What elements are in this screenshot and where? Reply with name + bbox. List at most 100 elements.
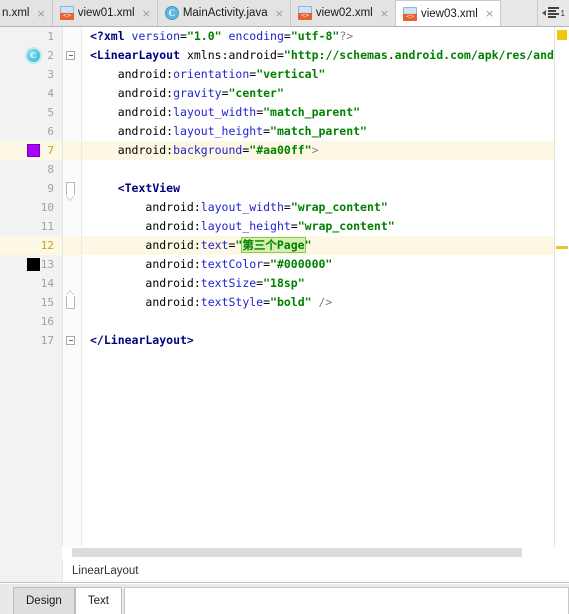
line-number: 9 <box>47 182 54 195</box>
close-icon[interactable]: × <box>380 8 389 19</box>
gutter-row[interactable]: 10 <box>0 198 62 217</box>
close-icon[interactable]: × <box>142 8 151 19</box>
close-icon[interactable]: × <box>275 8 284 19</box>
editor-tab-view02-xml[interactable]: view02.xml × <box>290 0 396 26</box>
gutter-row[interactable]: 6 <box>0 122 62 141</box>
editor-tab-n-xml[interactable]: n.xml × <box>0 0 53 26</box>
gutter-row[interactable]: 2C <box>0 46 62 65</box>
code-text-area[interactable]: <?xml version="1.0" encoding="utf-8"?> <L… <box>82 27 554 546</box>
code-token: layout_height <box>200 219 291 233</box>
code-editor[interactable]: 1 2 C 3 4 5 6 7 8 9 10 11 12 13 14 15 16 17 <?xml version… <box>0 27 569 546</box>
code-token: "1.0" <box>186 29 222 43</box>
fold-row[interactable] <box>63 236 81 255</box>
code-line[interactable]: android:layout_width="match_parent" <box>82 103 554 122</box>
line-number: 16 <box>40 315 54 328</box>
fold-collapse-icon[interactable] <box>66 336 75 345</box>
code-line[interactable] <box>82 312 554 331</box>
code-token: background <box>173 143 243 157</box>
code-line[interactable]: <TextView <box>82 179 554 198</box>
code-token: ?> <box>339 29 354 43</box>
fold-row[interactable] <box>63 122 81 141</box>
code-line[interactable]: android:textStyle="bold" /> <box>82 293 554 312</box>
fold-region-end-icon[interactable] <box>66 296 75 309</box>
warning-square[interactable] <box>557 30 567 40</box>
fold-row[interactable] <box>63 255 81 274</box>
fold-region-start-icon[interactable] <box>66 182 75 195</box>
fold-row[interactable] <box>63 84 81 103</box>
code-line[interactable]: android:text="第三个Page" <box>82 236 554 255</box>
bottom-tab-text[interactable]: Text <box>74 587 122 614</box>
editor-tab-mainactivity-java[interactable]: C MainActivity.java × <box>157 0 291 26</box>
fold-row[interactable] <box>63 179 81 198</box>
code-line[interactable]: android:background="#aa00ff"> <box>82 141 554 160</box>
fold-row[interactable] <box>63 217 81 236</box>
close-icon[interactable]: × <box>36 8 45 19</box>
tab-list-dropdown[interactable]: 1 <box>536 0 569 26</box>
gutter-row[interactable]: 11 <box>0 217 62 236</box>
gutter-row[interactable]: 13 <box>0 255 62 274</box>
fold-collapse-icon[interactable] <box>66 51 75 60</box>
gutter-row[interactable]: 7 <box>0 141 62 160</box>
code-line[interactable]: android:gravity="center" <box>82 84 554 103</box>
bottom-tab-design[interactable]: Design <box>13 587 75 614</box>
code-line[interactable]: <LinearLayout xmlns:android="http://sche… <box>82 46 554 65</box>
color-preview-swatch[interactable] <box>27 258 40 271</box>
code-token: = <box>263 124 271 138</box>
code-token: android: <box>145 257 201 271</box>
fold-row[interactable] <box>63 198 81 217</box>
line-number: 2 <box>47 49 54 62</box>
gutter-row[interactable]: 4 <box>0 84 62 103</box>
horizontal-scrollbar[interactable] <box>0 546 569 560</box>
gutter-row[interactable]: 12 <box>0 236 62 255</box>
breadcrumb-item-linearlayout[interactable]: LinearLayout <box>63 565 139 577</box>
error-stripe-marker-bar[interactable] <box>554 27 569 546</box>
fold-row[interactable] <box>63 46 81 65</box>
code-line[interactable]: android:layout_height="wrap_content" <box>82 217 554 236</box>
fold-row[interactable] <box>63 160 81 179</box>
code-line[interactable]: <?xml version="1.0" encoding="utf-8"?> <box>82 27 554 46</box>
code-line[interactable] <box>82 160 554 179</box>
editor-gutter[interactable]: 1 2 C 3 4 5 6 7 8 9 10 11 12 13 14 15 16 17 <box>0 27 63 546</box>
occurrence-stripe[interactable] <box>556 246 568 249</box>
fold-row[interactable] <box>63 103 81 122</box>
code-token: layout_width <box>200 200 284 214</box>
code-token: layout_width <box>173 105 257 119</box>
gutter-row[interactable]: 8 <box>0 160 62 179</box>
gutter-row[interactable]: 17 <box>0 331 62 350</box>
code-line[interactable]: android:layout_height="match_parent" <box>82 122 554 141</box>
fold-row[interactable] <box>63 331 81 350</box>
code-line[interactable]: android:orientation="vertical" <box>82 65 554 84</box>
code-token: <?xml <box>90 29 132 43</box>
code-line[interactable]: android:textSize="18sp" <box>82 274 554 293</box>
java-file-icon: C <box>164 6 179 20</box>
close-icon[interactable]: × <box>485 8 494 19</box>
class-marker-icon[interactable]: C <box>27 49 40 62</box>
fold-row[interactable] <box>63 312 81 331</box>
fold-row[interactable] <box>63 65 81 84</box>
code-line[interactable]: android:layout_width="wrap_content" <box>82 198 554 217</box>
code-token: textStyle <box>200 295 264 309</box>
gutter-row[interactable]: 15 <box>0 293 62 312</box>
code-folding-column[interactable] <box>63 27 82 546</box>
fold-row[interactable] <box>63 293 81 312</box>
gutter-row[interactable]: 16 <box>0 312 62 331</box>
gutter-row[interactable]: 5 <box>0 103 62 122</box>
code-line[interactable]: </LinearLayout> <box>82 331 554 350</box>
gutter-row[interactable]: 9 <box>0 179 62 198</box>
gutter-row[interactable]: 14 <box>0 274 62 293</box>
line-number: 12 <box>40 239 54 252</box>
code-token: "wrap_content" <box>297 219 395 233</box>
fold-row[interactable] <box>63 27 81 46</box>
fold-row[interactable] <box>63 141 81 160</box>
editor-tab-view03-xml[interactable]: view03.xml × <box>395 0 502 26</box>
android-studio-editor-window: n.xml×view01.xml×CMainActivity.java×view… <box>0 0 569 614</box>
horizontal-scrollbar-thumb[interactable] <box>72 548 522 557</box>
editor-tab-view01-xml[interactable]: view01.xml × <box>52 0 158 26</box>
code-line[interactable]: android:textColor="#000000" <box>82 255 554 274</box>
gutter-row[interactable]: 3 <box>0 65 62 84</box>
color-preview-swatch[interactable] <box>27 144 40 157</box>
gutter-row[interactable]: 1 <box>0 27 62 46</box>
code-token: = <box>180 29 187 43</box>
horizontal-scrollbar-track[interactable] <box>62 546 569 560</box>
